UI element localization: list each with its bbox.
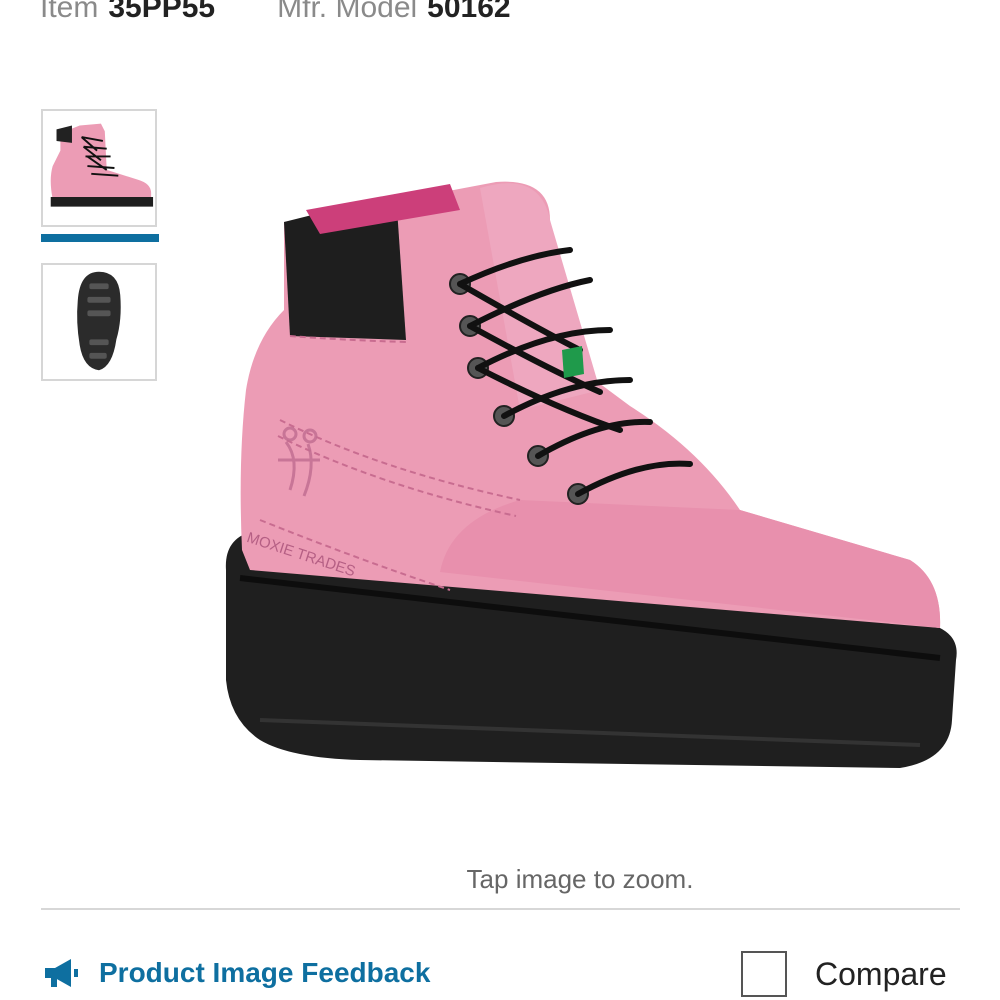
- model-label: Mfr. Model: [277, 0, 418, 24]
- model-number: 50162: [427, 0, 511, 24]
- pink-boot-image: MOXIE TRADES: [225, 181, 957, 768]
- feedback-label: Product Image Feedback: [99, 957, 431, 988]
- boot-sole-thumbnail-image: [77, 271, 121, 371]
- compare-toggle[interactable]: Compare: [741, 948, 947, 1000]
- item-number: 35PP55: [108, 0, 216, 24]
- main-product-image[interactable]: MOXIE TRADES: [220, 160, 960, 790]
- selected-thumbnail-indicator: [41, 234, 159, 242]
- compare-checkbox[interactable]: [741, 951, 787, 997]
- thumbnail-boot-sole[interactable]: [41, 263, 157, 381]
- compare-label: Compare: [815, 955, 947, 992]
- boot-side-thumbnail-image: [50, 123, 154, 207]
- item-label: Item: [40, 0, 99, 24]
- product-image-feedback-link[interactable]: Product Image Feedback: [41, 948, 430, 998]
- thumbnail-boot-side[interactable]: [41, 109, 157, 227]
- zoom-hint: Tap image to zoom.: [466, 864, 694, 894]
- section-divider: [41, 908, 960, 910]
- megaphone-icon: [45, 959, 78, 987]
- item-header: Item 35PP55 Mfr. Model 50162: [40, 0, 511, 30]
